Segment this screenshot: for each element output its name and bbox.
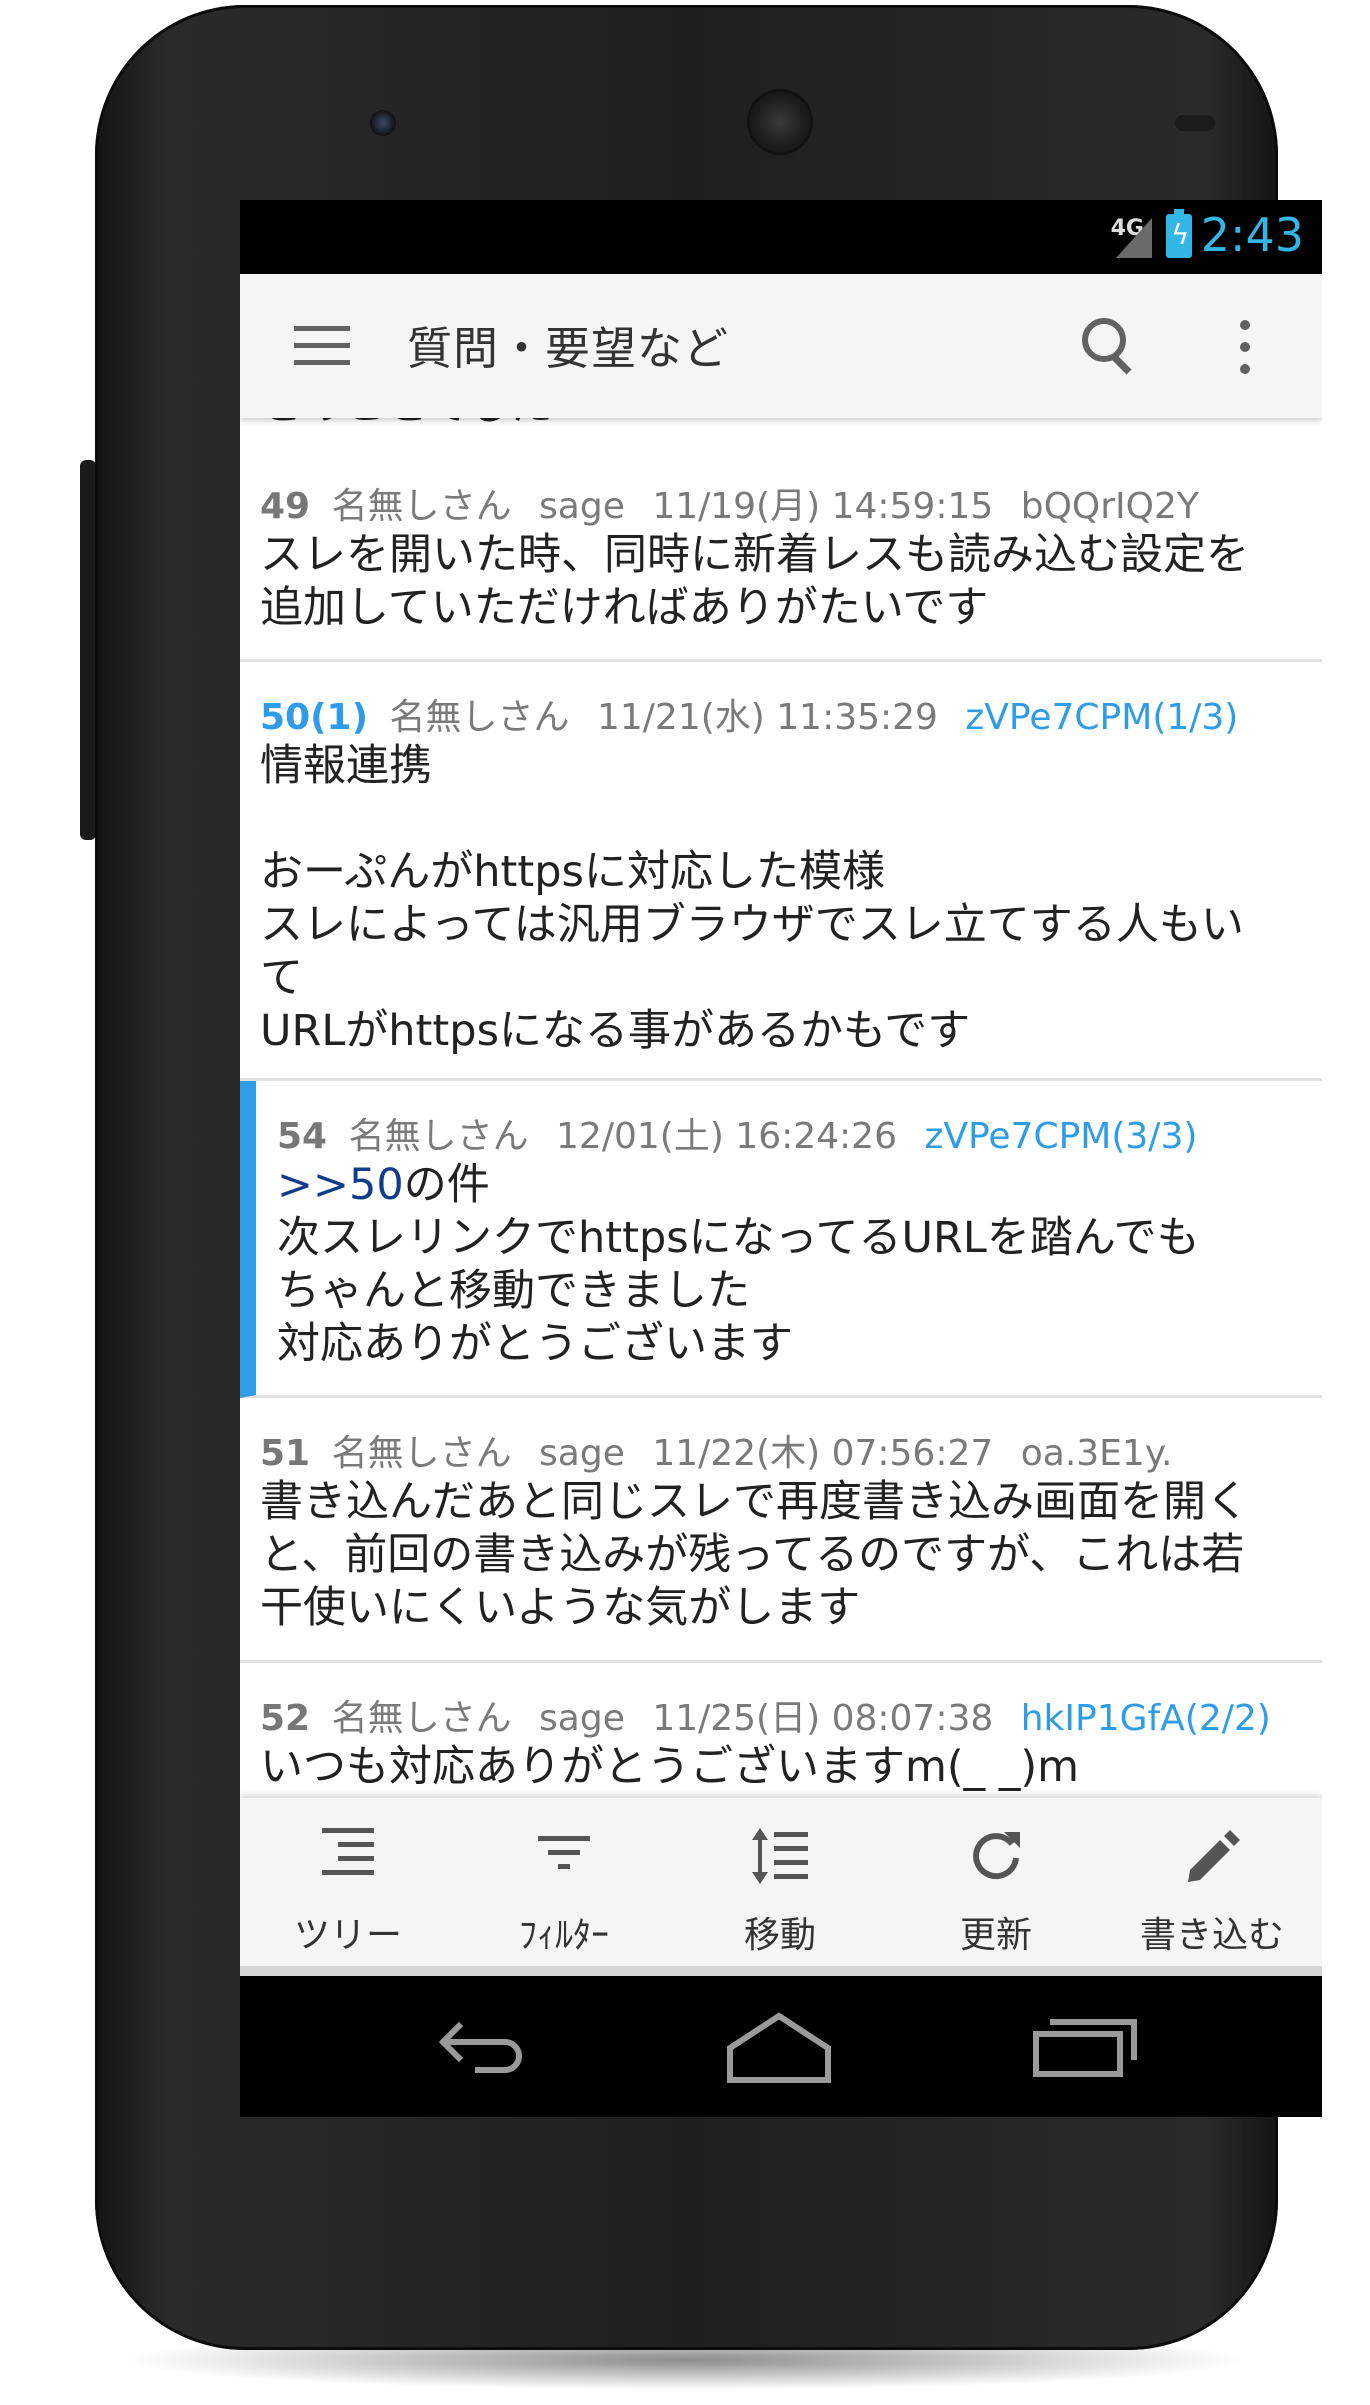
phone-frame: 4G ϟ 2:43 質問・要望など とのことでした — [95, 5, 1322, 2350]
post-author: 名無しさん — [331, 1433, 512, 1474]
refresh-button[interactable]: 更新 — [888, 1798, 1104, 1966]
move-button[interactable]: 移動 — [672, 1798, 888, 1966]
post-id[interactable]: zVPe7CPM(3/3) — [924, 1116, 1197, 1157]
post-date: 12/01(土) 16:24:26 — [556, 1116, 897, 1157]
post-body: 書き込んだあと同じスレで再度書き込み画面を開く と、前回の書き込みが残ってるので… — [260, 1476, 1305, 1635]
body-line: URLがhttpsになる事があるかもです — [260, 1006, 971, 1056]
earpiece-speaker — [750, 92, 810, 152]
refresh-icon — [973, 1832, 1020, 1880]
menu-icon[interactable] — [294, 326, 350, 366]
post-mail: sage — [539, 1698, 625, 1739]
anchor-suffix: の件 — [403, 1160, 490, 1210]
body-line: 対応ありがとうございます — [277, 1319, 793, 1369]
post-header: 54 名無しさん 12/01(土) 16:24:26 zVPe7CPM(3/3) — [277, 1107, 1197, 1159]
body-line: おーぷんがhttpsに対応した模様 — [260, 847, 885, 897]
post-number[interactable]: 52 — [260, 1698, 310, 1739]
post-list[interactable]: とのことでした 49 名無しさん sage 11/19(月) 14:59:15 … — [240, 418, 1322, 1798]
body-line: と、前回の書き込みが残ってるのですが、これは若 — [260, 1530, 1245, 1580]
post-body: とのことでした — [260, 418, 552, 431]
body-blank-line — [260, 793, 1305, 846]
pencil-icon — [1188, 1830, 1240, 1882]
post-body: >>50の件 次スレリンクでhttpsになってるURLを踏んでも ちゃんと移動で… — [277, 1159, 1322, 1371]
write-button[interactable]: 書き込む — [1104, 1798, 1320, 1966]
post-header: 50(1) 名無しさん 11/21(水) 11:35:29 zVPe7CPM(1… — [260, 688, 1238, 740]
app-bar: 質問・要望など — [240, 274, 1322, 418]
home-icon[interactable] — [724, 2006, 834, 2086]
post-id[interactable]: bQQrIQ2Y — [1021, 486, 1199, 527]
thread-title: 質問・要望など — [407, 322, 730, 375]
post-author: 名無しさん — [331, 1698, 512, 1739]
post-body: いつも対応ありがとうございますm(_ _)m — [260, 1741, 1305, 1794]
post-item[interactable]: 49 名無しさん sage 11/19(月) 14:59:15 bQQrIQ2Y… — [240, 451, 1322, 662]
tree-icon — [318, 1826, 378, 1886]
system-navigation-bar — [240, 1976, 1322, 2117]
post-date: 11/25(日) 08:07:38 — [652, 1698, 994, 1739]
post-id[interactable]: zVPe7CPM(1/3) — [965, 697, 1238, 738]
status-clock: 2:43 — [1200, 208, 1304, 262]
bottom-divider — [240, 1966, 1322, 1976]
post-author: 名無しさん — [331, 486, 512, 527]
post-date: 11/21(水) 11:35:29 — [596, 697, 938, 738]
body-line: 干使いにくいような気がします — [260, 1583, 861, 1633]
post-mail: sage — [539, 486, 625, 527]
write-label: 書き込む — [1139, 1915, 1284, 1956]
body-line: 情報連携 — [260, 741, 432, 791]
body-line: て — [260, 953, 303, 1003]
post-author: 名無しさん — [389, 697, 570, 738]
more-options-icon[interactable] — [1240, 320, 1252, 376]
battery-icon: ϟ — [1166, 209, 1192, 258]
post-item[interactable]: とのことでした — [240, 418, 1322, 454]
body-line: スレによっては汎用ブラウザでスレ立てする人もい — [260, 900, 1244, 950]
filter-button[interactable]: ﾌｨﾙﾀｰ — [456, 1798, 672, 1966]
post-body: 情報連携 おーぷんがhttpsに対応した模様 スレによっては汎用ブラウザでスレ立… — [260, 740, 1305, 1058]
volume-button — [80, 460, 96, 840]
filter-icon — [534, 1826, 594, 1886]
post-number[interactable]: 49 — [260, 486, 310, 527]
post-item[interactable]: 51 名無しさん sage 11/22(木) 07:56:27 oa.3E1y.… — [240, 1398, 1322, 1663]
body-line: 次スレリンクでhttpsになってるURLを踏んでも — [277, 1213, 1200, 1263]
body-line: 追加していただければありがたいです — [260, 583, 989, 633]
post-number[interactable]: 50(1) — [260, 697, 368, 738]
recent-apps-icon[interactable] — [1030, 2010, 1140, 2080]
back-icon[interactable] — [435, 2014, 535, 2074]
post-date: 11/19(月) 14:59:15 — [652, 486, 994, 527]
post-header: 51 名無しさん sage 11/22(木) 07:56:27 oa.3E1y. — [260, 1424, 1172, 1476]
post-mail: sage — [539, 1433, 625, 1474]
body-line: スレを開いた時、同時に新着レスも読み込む設定を — [260, 530, 1249, 580]
post-id[interactable]: oa.3E1y. — [1021, 1433, 1173, 1474]
move-label: 移動 — [743, 1915, 816, 1956]
tree-label: ツリー — [293, 1915, 402, 1956]
status-bar: 4G ϟ 2:43 — [240, 200, 1322, 274]
bottom-action-bar: ツリー ﾌｨﾙﾀｰ 移動 更新 書き込む — [240, 1798, 1322, 1966]
post-header: 49 名無しさん sage 11/19(月) 14:59:15 bQQrIQ2Y — [260, 477, 1199, 529]
front-camera — [370, 110, 396, 136]
post-number[interactable]: 51 — [260, 1433, 310, 1474]
post-header: 52 名無しさん sage 11/25(日) 08:07:38 hkIP1GfA… — [260, 1689, 1271, 1741]
post-item[interactable]: 50(1) 名無しさん 11/21(水) 11:35:29 zVPe7CPM(1… — [240, 662, 1322, 1081]
anchor-link[interactable]: >>50 — [277, 1160, 404, 1210]
proximity-sensor — [1175, 115, 1215, 131]
body-line: ちゃんと移動できました — [277, 1266, 750, 1316]
body-line: いつも対応ありがとうございますm(_ _)m — [260, 1742, 1079, 1792]
post-body: スレを開いた時、同時に新着レスも読み込む設定を 追加していただければありがたいで… — [260, 529, 1305, 635]
post-date: 11/22(木) 07:56:27 — [652, 1433, 994, 1474]
move-icon — [752, 1828, 808, 1884]
post-item[interactable]: 54 名無しさん 12/01(土) 16:24:26 zVPe7CPM(3/3)… — [240, 1081, 1322, 1398]
tree-button[interactable]: ツリー — [240, 1798, 456, 1966]
signal-icon — [1116, 218, 1152, 258]
refresh-label: 更新 — [959, 1915, 1032, 1956]
post-id[interactable]: hkIP1GfA(2/2) — [1021, 1698, 1271, 1739]
post-number[interactable]: 54 — [277, 1116, 327, 1157]
search-icon[interactable] — [1080, 316, 1140, 376]
body-line: >>50の件 — [277, 1159, 1322, 1212]
post-item[interactable]: 52 名無しさん sage 11/25(日) 08:07:38 hkIP1GfA… — [240, 1663, 1322, 1798]
screen: 4G ϟ 2:43 質問・要望など とのことでした — [240, 200, 1322, 2117]
post-author: 名無しさん — [348, 1116, 529, 1157]
body-line: 書き込んだあと同じスレで再度書き込み画面を開く — [260, 1477, 1249, 1527]
filter-label: ﾌｨﾙﾀｰ — [519, 1915, 609, 1956]
